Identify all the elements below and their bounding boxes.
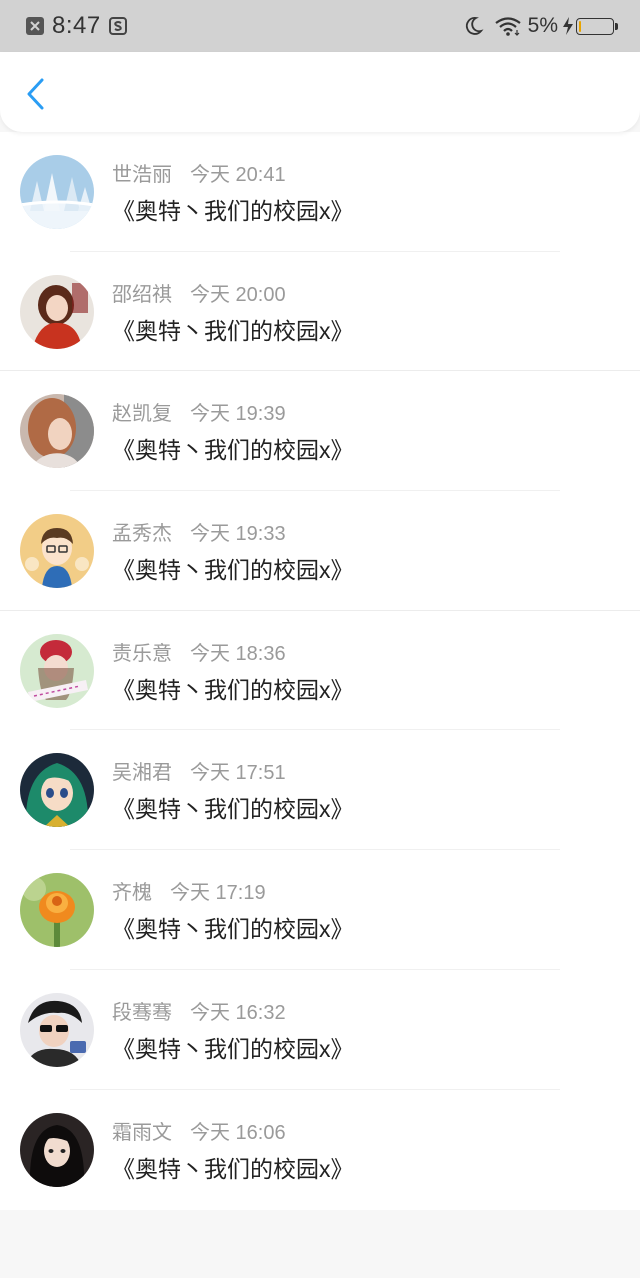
username[interactable]: 世浩丽	[112, 164, 172, 186]
comment-meta: 责乐意 今天 18:36	[112, 641, 286, 667]
comment-meta: 世浩丽 今天 20:41	[112, 162, 286, 188]
top-nav-bar	[0, 52, 640, 132]
footer-blank-area	[0, 1210, 640, 1278]
comment-time: 今天 17:51	[190, 762, 286, 785]
list-item[interactable]: 孟秀杰 今天 19:33 《奥特丶我们的校园x》	[0, 491, 640, 611]
chevron-left-icon	[27, 78, 44, 110]
status-time: 8:47	[52, 12, 101, 39]
comment-time: 今天 20:00	[190, 283, 286, 306]
app-s-icon	[108, 17, 127, 35]
comment-text: 《奥特丶我们的校园x》	[112, 317, 354, 344]
notification-x-icon	[26, 17, 44, 35]
back-button[interactable]	[18, 74, 54, 114]
username[interactable]: 邵绍祺	[112, 284, 172, 306]
list-item[interactable]: 责乐意 今天 18:36 《奥特丶我们的校园x》	[0, 611, 640, 731]
list-item[interactable]: 段骞骞 今天 16:32 《奥特丶我们的校园x》	[0, 970, 640, 1090]
comment-time: 今天 19:39	[190, 403, 286, 426]
comment-meta: 吴湘君 今天 17:51	[112, 760, 286, 786]
comment-meta: 邵绍祺 今天 20:00	[112, 282, 286, 308]
username[interactable]: 孟秀杰	[112, 523, 172, 545]
status-bar: 8:47 5%	[0, 0, 640, 52]
status-bar-right: 5%	[462, 14, 618, 38]
username[interactable]: 段骞骞	[112, 1002, 172, 1024]
girl-profile-avatar[interactable]	[20, 394, 94, 469]
list-item[interactable]: 齐槐 今天 17:19 《奥特丶我们的校园x》	[0, 850, 640, 970]
username[interactable]: 霜雨文	[112, 1122, 172, 1144]
battery-percent: 5%	[527, 14, 558, 37]
comment-time: 今天 16:32	[190, 1001, 286, 1024]
comment-text: 《奥特丶我们的校园x》	[112, 676, 354, 703]
username[interactable]: 赵凯复	[112, 403, 172, 425]
comment-meta: 孟秀杰 今天 19:33	[112, 521, 286, 547]
username[interactable]: 吴湘君	[112, 762, 172, 784]
comment-text: 《奥特丶我们的校园x》	[112, 1155, 354, 1182]
sunglasses-person-avatar[interactable]	[20, 992, 94, 1067]
comment-list: 世浩丽 今天 20:41 《奥特丶我们的校园x》 邵绍祺 今天 20:00 《奥特丶…	[0, 132, 640, 1210]
battery-level-fill	[579, 20, 581, 32]
dark-hair-girl-avatar[interactable]	[20, 1112, 94, 1187]
comment-text: 《奥特丶我们的校园x》	[112, 198, 354, 224]
comment-meta: 霜雨文 今天 16:06	[112, 1120, 286, 1146]
cartoon-boy-avatar[interactable]	[20, 514, 94, 589]
anime-girl-green-hair-avatar[interactable]	[20, 753, 94, 828]
comment-time: 今天 17:19	[170, 882, 266, 905]
list-item[interactable]: 赵凯复 今天 19:39 《奥特丶我们的校园x》	[0, 371, 640, 492]
comment-text: 《奥特丶我们的校园x》	[112, 796, 354, 823]
charging-bolt-icon	[562, 17, 574, 35]
status-bar-left: 8:47	[26, 12, 127, 40]
username[interactable]: 责乐意	[112, 643, 172, 665]
moon-icon	[462, 15, 484, 37]
comment-text: 《奥特丶我们的校园x》	[112, 916, 354, 943]
girl-red-hat-avatar[interactable]	[20, 633, 94, 708]
comment-text: 《奥特丶我们的校园x》	[112, 1035, 354, 1062]
list-item[interactable]: 霜雨文 今天 16:06 《奥特丶我们的校园x》	[0, 1090, 640, 1210]
orange-flower-avatar[interactable]	[20, 873, 94, 948]
wifi-icon	[494, 16, 522, 36]
comment-text: 《奥特丶我们的校园x》	[112, 557, 354, 584]
list-item[interactable]: 邵绍祺 今天 20:00 《奥特丶我们的校园x》	[0, 252, 640, 372]
comment-time: 今天 20:41	[190, 164, 286, 186]
list-item[interactable]: 吴湘君 今天 17:51 《奥特丶我们的校园x》	[0, 730, 640, 851]
battery-icon	[576, 17, 618, 35]
list-item[interactable]: 世浩丽 今天 20:41 《奥特丶我们的校园x》	[0, 132, 640, 252]
comment-meta: 赵凯复 今天 19:39	[112, 401, 286, 427]
snowy-trees-avatar[interactable]	[20, 155, 94, 229]
comment-meta: 齐槐 今天 17:19	[112, 880, 266, 906]
comment-meta: 段骞骞 今天 16:32	[112, 1000, 286, 1026]
username[interactable]: 齐槐	[112, 882, 152, 904]
comment-time: 今天 19:33	[190, 523, 286, 546]
comment-time: 今天 16:06	[190, 1121, 286, 1144]
comment-time: 今天 18:36	[190, 642, 286, 665]
comment-text: 《奥特丶我们的校园x》	[112, 437, 354, 464]
girl-red-sweater-avatar[interactable]	[20, 274, 94, 349]
